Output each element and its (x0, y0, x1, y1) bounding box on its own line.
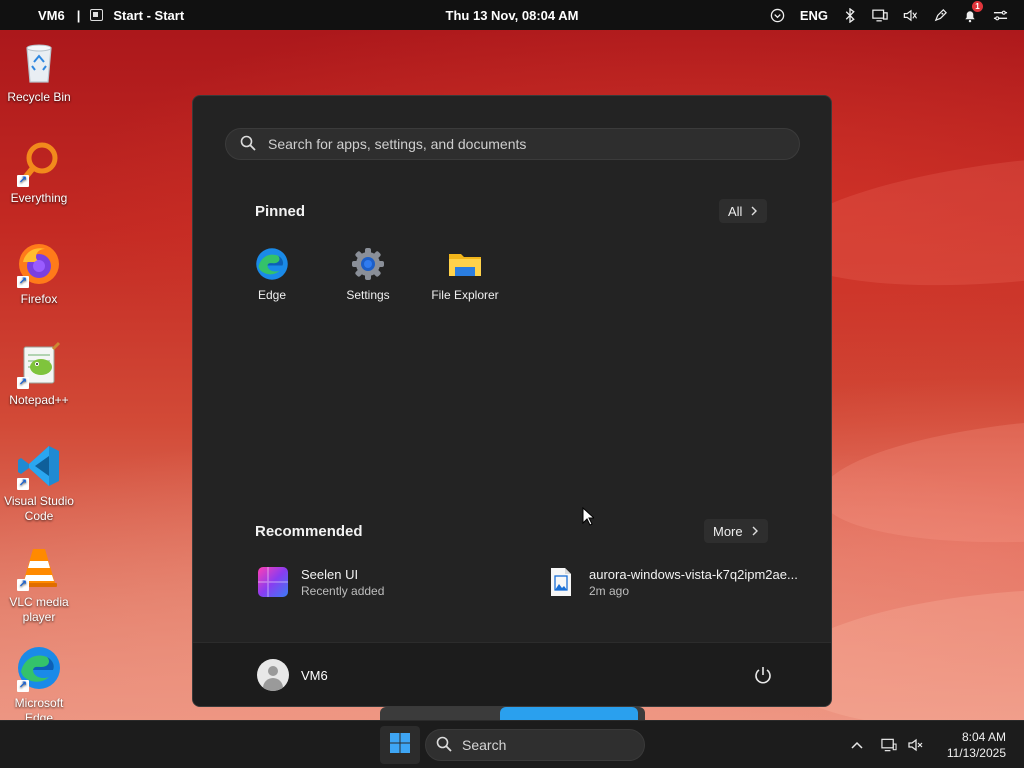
all-apps-button[interactable]: All (719, 199, 768, 223)
recommended-item-title: Seelen UI (301, 566, 359, 582)
everything-search-icon: ↗ (15, 139, 63, 187)
vscode-icon: ↗ (15, 442, 63, 490)
shortcut-arrow-icon: ↗ (17, 680, 29, 692)
chevron-right-icon (750, 204, 758, 219)
more-label: More (713, 523, 743, 539)
avatar (257, 659, 289, 691)
shortcut-arrow-icon: ↗ (17, 478, 29, 490)
user-account-button[interactable]: VM6 (257, 659, 328, 691)
top-bar-left: VM6 | Start - Start (38, 0, 184, 30)
settings-gear-icon (350, 246, 386, 282)
edge-icon: ↗ (15, 644, 63, 692)
mouse-cursor-icon (582, 506, 596, 526)
window-icon (90, 9, 104, 21)
desktop-icon-label: Everything (10, 191, 68, 205)
firefox-icon: ↗ (15, 240, 63, 288)
chevron-circle-down-icon[interactable] (770, 7, 786, 23)
taskbar-search-label: Search (462, 737, 507, 753)
bluetooth-icon[interactable] (842, 7, 858, 23)
shortcut-arrow-icon: ↗ (17, 377, 29, 389)
notepad-plus-plus-icon: ↗ (15, 341, 63, 389)
start-menu-footer: VM6 (193, 642, 831, 706)
start-button[interactable] (380, 726, 420, 764)
pinned-app-settings[interactable]: Settings (320, 246, 416, 302)
chevron-up-icon[interactable] (849, 737, 865, 753)
desktop-icon-label: VLC media player (9, 595, 69, 624)
search-placeholder: Search for apps, settings, and documents (268, 136, 527, 152)
system-tray: 8:04 AM 11/13/2025 (849, 721, 1024, 768)
vlc-icon: ↗ (15, 543, 63, 591)
search-icon (240, 135, 256, 154)
pinned-app-edge[interactable]: Edge (224, 246, 320, 302)
display-icon[interactable] (872, 7, 888, 23)
pen-icon[interactable] (932, 7, 948, 23)
edge-icon (254, 246, 290, 282)
taskbar-clock[interactable]: 8:04 AM 11/13/2025 (947, 729, 1006, 761)
recycle-bin-icon (15, 38, 63, 86)
volume-muted-icon[interactable] (907, 737, 923, 753)
recommended-item-text: aurora-windows-vista-k7q2ipm2ae... 2m ag… (589, 567, 798, 598)
clock-time: 8:04 AM (961, 730, 1006, 744)
notification-badge: 1 (972, 1, 983, 12)
desktop-icon-label: Recycle Bin (7, 90, 71, 104)
desktop-icon-vlc[interactable]: ↗ VLC media player (0, 543, 78, 625)
taskbar-preview-highlight (500, 707, 638, 721)
seelen-ui-icon (257, 566, 289, 598)
search-icon (436, 736, 452, 755)
chevron-right-icon (751, 524, 759, 539)
user-name: VM6 (301, 667, 328, 683)
clock-date: 11/13/2025 (946, 746, 1006, 760)
topbar-separator: | (76, 7, 81, 23)
pinned-app-file-explorer[interactable]: File Explorer (417, 246, 513, 302)
focused-window-title[interactable]: Start - Start (113, 8, 184, 23)
taskbar-search-box[interactable]: Search (425, 729, 645, 761)
desktop-icon-label: Visual Studio Code (4, 494, 74, 523)
language-indicator[interactable]: ENG (800, 8, 828, 23)
start-search-input[interactable]: Search for apps, settings, and documents (225, 128, 800, 160)
desktop-icon-firefox[interactable]: ↗ Firefox (0, 240, 78, 307)
recommended-item-subtitle: Recently added (301, 583, 385, 598)
windows-logo-icon (389, 732, 411, 759)
recommended-item-subtitle: 2m ago (589, 583, 630, 598)
shortcut-arrow-icon: ↗ (17, 276, 29, 288)
desktop-icon-label: Notepad++ (9, 393, 69, 407)
start-menu: Search for apps, settings, and documents… (192, 95, 832, 707)
wallpaper-wave (816, 403, 1024, 557)
more-button[interactable]: More (704, 519, 768, 543)
recommended-item-seelen-ui[interactable]: Seelen UI Recently added (257, 566, 384, 598)
desktop-icon-recycle-bin[interactable]: Recycle Bin (0, 38, 78, 105)
desktop-icon-vscode[interactable]: ↗ Visual Studio Code (0, 442, 78, 524)
power-icon[interactable] (753, 665, 773, 685)
topbar-datetime[interactable]: Thu 13 Nov, 08:04 AM (446, 8, 579, 23)
top-bar-right: ENG 1 (770, 0, 1008, 30)
notification-bell-icon[interactable]: 1 (962, 1, 983, 23)
all-apps-label: All (728, 203, 743, 219)
pinned-app-label: File Explorer (431, 288, 499, 302)
workspace-label[interactable]: VM6 (38, 8, 65, 23)
shortcut-arrow-icon: ↗ (17, 579, 29, 591)
recommended-item-text: Seelen UI Recently added (301, 567, 384, 598)
desktop-icon-microsoft-edge[interactable]: ↗ Microsoft Edge (0, 644, 78, 726)
pinned-title: Pinned (255, 203, 306, 220)
recommended-item-title: aurora-windows-vista-k7q2ipm2ae... (589, 566, 798, 582)
volume-muted-icon[interactable] (902, 7, 918, 23)
desktop-icon-notepad-plus-plus[interactable]: ↗ Notepad++ (0, 341, 78, 408)
folder-icon (447, 246, 483, 282)
image-file-icon (545, 566, 577, 598)
quick-settings-icon[interactable] (992, 7, 1008, 23)
pinned-app-label: Edge (257, 288, 287, 302)
pinned-app-label: Settings (346, 288, 390, 302)
desktop-icon-everything[interactable]: ↗ Everything (0, 139, 78, 206)
top-bar: VM6 | Start - Start Thu 13 Nov, 08:04 AM… (0, 0, 1024, 30)
recommended-item-aurora-file[interactable]: aurora-windows-vista-k7q2ipm2ae... 2m ag… (545, 566, 798, 598)
network-display-icon[interactable] (881, 737, 897, 753)
shortcut-arrow-icon: ↗ (17, 175, 29, 187)
desktop-icon-label: Firefox (20, 292, 58, 306)
taskbar: Search 8:04 AM 11/13/2025 (0, 720, 1024, 768)
recommended-title: Recommended (255, 523, 363, 540)
